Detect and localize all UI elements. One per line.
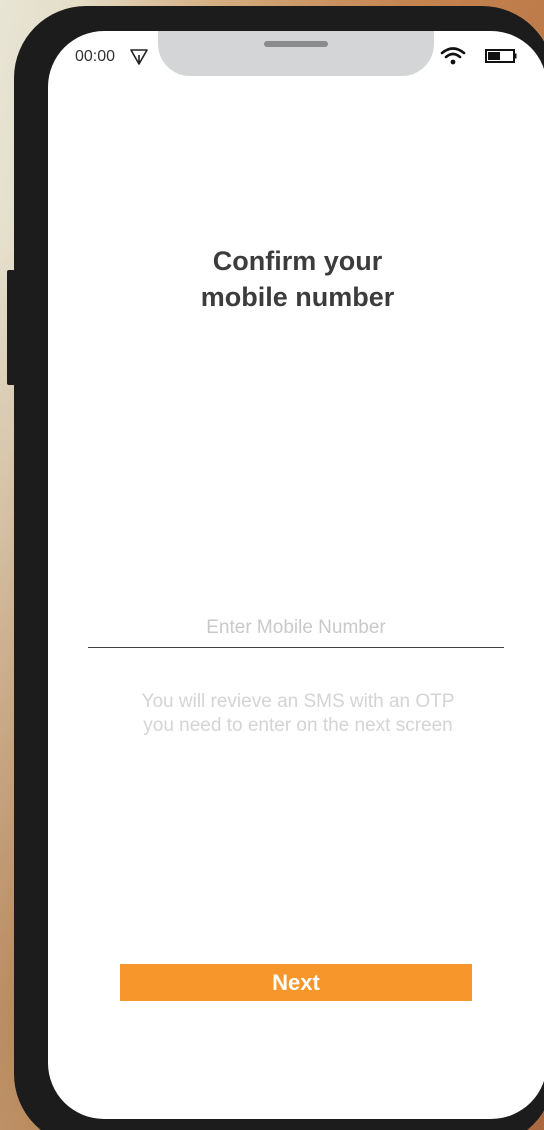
speaker-grille bbox=[264, 41, 328, 47]
app-screen: 00:00 Confirm your mobile number You wil… bbox=[48, 31, 544, 1119]
device-frame: 00:00 Confirm your mobile number You wil… bbox=[14, 6, 544, 1130]
device-notch bbox=[158, 31, 434, 76]
battery-icon bbox=[485, 49, 517, 63]
status-time: 00:00 bbox=[75, 48, 116, 65]
next-button[interactable]: Next bbox=[120, 964, 472, 1001]
navigation-arrow-icon bbox=[130, 49, 148, 65]
mobile-number-input[interactable] bbox=[88, 613, 504, 648]
wifi-icon bbox=[440, 47, 466, 65]
sms-info-text: You will revieve an SMS with an OTP you … bbox=[141, 691, 455, 736]
page-title: Confirm your mobile number bbox=[200, 246, 395, 312]
